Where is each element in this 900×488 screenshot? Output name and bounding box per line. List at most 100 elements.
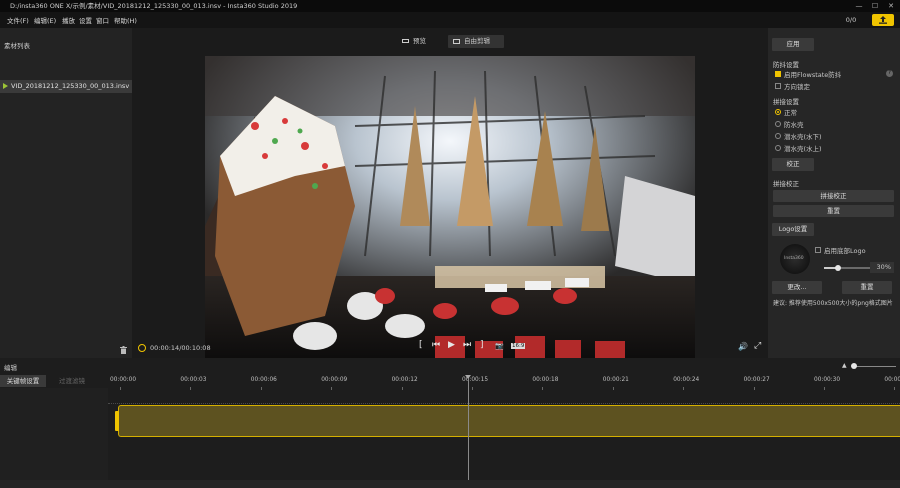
video-track-clip[interactable] bbox=[118, 405, 900, 437]
viewer-panel: 预览 自由剪辑 00:00:14/00:10:08 [⏮ ▶ ⏭] 📷 16… bbox=[132, 28, 768, 360]
stitch-dive-under-label: 潜水壳(水下) bbox=[784, 133, 822, 141]
title-bar: D:/insta360 ONE X/示例/素材/VID_20181212_125… bbox=[0, 0, 900, 12]
menu-edit[interactable]: 编辑(E) bbox=[34, 15, 56, 25]
aspect-ratio-badge[interactable]: 16:9 bbox=[511, 343, 526, 349]
track-header-area bbox=[0, 388, 108, 488]
logo-opacity-value[interactable]: 30% bbox=[870, 262, 894, 273]
enable-logo-label: 启用底部Logo bbox=[824, 247, 866, 255]
task-counter: 0/0 bbox=[845, 16, 857, 24]
export-button[interactable] bbox=[872, 14, 894, 26]
timeline-tick-label: 00:00:21 bbox=[602, 377, 629, 383]
stitch-dive-above-label: 潜水壳(水上) bbox=[784, 145, 822, 153]
step-forward-icon[interactable]: ⏭ bbox=[463, 340, 471, 350]
settings-panel: 应用 防抖设置 启用Flowstate防抖 ? 方向锁定 拼接设置 正常 防水壳… bbox=[768, 28, 900, 358]
menu-settings[interactable]: 设置 bbox=[79, 15, 92, 25]
timeline-tick-label: 00:00:09 bbox=[321, 377, 348, 383]
preview-label: 预览 bbox=[413, 37, 426, 45]
mark-out-icon[interactable]: ] bbox=[480, 340, 484, 350]
volume-icon[interactable]: 🔊 bbox=[738, 342, 748, 351]
calibration-title: 拼接校正 bbox=[773, 180, 799, 188]
camera-icon[interactable]: 📷 bbox=[495, 342, 504, 350]
apply-button[interactable]: 应用 bbox=[772, 38, 814, 51]
timeline-tick-label: 00:00:27 bbox=[743, 377, 770, 383]
calibrate-button[interactable]: 校正 bbox=[772, 158, 814, 171]
stitch-normal-label: 正常 bbox=[784, 109, 797, 117]
export-icon bbox=[879, 16, 887, 24]
timeline-tick-mark bbox=[894, 387, 896, 390]
logo-preview: Insta360 bbox=[780, 244, 810, 274]
direction-lock-checkbox[interactable] bbox=[775, 83, 781, 89]
play-icon[interactable]: ▶ bbox=[448, 340, 455, 350]
fullscreen-icon[interactable]: ⤢ bbox=[754, 341, 761, 351]
timeline-ruler[interactable]: 00:00:00 00:00:03 00:00:06 00:00:09 00:00:12… bbox=[108, 372, 900, 404]
timeline-tick-mark bbox=[612, 387, 614, 390]
ruler-dotted-line bbox=[108, 403, 900, 404]
timeline-tick-mark bbox=[331, 387, 333, 390]
calibration-reset-button[interactable]: 重置 bbox=[773, 205, 894, 217]
monitor-icon bbox=[402, 39, 409, 43]
compass-icon[interactable] bbox=[138, 344, 146, 352]
tab-transition-filter[interactable]: 过渡滤镜 bbox=[52, 375, 92, 387]
logo-opacity-slider[interactable] bbox=[824, 265, 870, 271]
close-button[interactable]: ✕ bbox=[884, 0, 898, 12]
media-list-item[interactable]: VID_20181212_125330_00_013.insv bbox=[0, 80, 132, 93]
logo-opacity-slider-knob[interactable] bbox=[834, 265, 841, 271]
menu-file[interactable]: 文件(F) bbox=[7, 15, 29, 25]
logo-settings-button[interactable]: Logo设置 bbox=[772, 223, 814, 236]
trash-icon[interactable] bbox=[120, 346, 127, 354]
timeline-tick-mark bbox=[542, 387, 544, 390]
step-back-icon[interactable]: ⏮ bbox=[432, 340, 440, 350]
clip-trim-handle[interactable] bbox=[115, 411, 119, 431]
timeline-tick-mark bbox=[260, 387, 262, 390]
video-frame-image bbox=[205, 56, 695, 360]
play-indicator-icon bbox=[3, 83, 8, 89]
editor-header: 编辑 bbox=[4, 364, 17, 372]
tab-keyframe-settings[interactable]: 关键帧设置 bbox=[0, 375, 46, 387]
menu-play[interactable]: 播放 bbox=[62, 15, 75, 25]
timeline-tick-label: 00:00:18 bbox=[532, 377, 559, 383]
enable-logo-checkbox[interactable] bbox=[815, 247, 821, 253]
media-list-panel: 素材列表 VID_20181212_125330_00_013.insv bbox=[0, 28, 132, 358]
mark-in-icon[interactable]: [ bbox=[419, 340, 423, 350]
free-edit-button[interactable]: 自由剪辑 bbox=[448, 35, 504, 48]
stitch-calibrate-button[interactable]: 拼接校正 bbox=[773, 190, 894, 202]
timeline-tick-label: 00:00:24 bbox=[673, 377, 700, 383]
menu-help[interactable]: 帮助(H) bbox=[114, 15, 137, 25]
free-edit-label: 自由剪辑 bbox=[464, 37, 490, 45]
screen-icon bbox=[453, 38, 460, 44]
maximize-button[interactable]: ☐ bbox=[868, 0, 882, 12]
playhead[interactable] bbox=[468, 378, 469, 480]
stitch-normal-radio[interactable] bbox=[775, 109, 781, 115]
timeline-tick-mark bbox=[190, 387, 192, 390]
stitch-dive-under-radio[interactable] bbox=[775, 133, 781, 139]
window-title: D:/insta360 ONE X/示例/素材/VID_20181212_125… bbox=[10, 2, 298, 10]
status-bar bbox=[0, 480, 900, 488]
timeline-tick-label: 00:00:03 bbox=[180, 377, 207, 383]
flowstate-checkbox[interactable] bbox=[775, 71, 781, 77]
timeline-tick-label: 00:00:30 bbox=[814, 377, 841, 383]
logo-reset-button[interactable]: 重置 bbox=[842, 281, 892, 294]
stitch-dive-above-radio[interactable] bbox=[775, 145, 781, 151]
menu-bar: 文件(F) 编辑(E) 播放 设置 窗口 帮助(H) 0/0 bbox=[0, 12, 900, 28]
mountain-icon[interactable]: ▲ bbox=[842, 362, 847, 369]
stitch-waterproof-label: 防水壳 bbox=[784, 121, 804, 129]
menu-window[interactable]: 窗口 bbox=[96, 15, 109, 25]
help-icon[interactable]: ? bbox=[886, 70, 893, 77]
flowstate-label: 启用Flowstate防抖 bbox=[784, 71, 842, 79]
timeline-tick-mark bbox=[472, 387, 473, 390]
stitch-waterproof-radio[interactable] bbox=[775, 121, 781, 127]
preview-button[interactable]: 预览 bbox=[402, 35, 426, 48]
timeline-zoom-slider[interactable] bbox=[852, 366, 896, 367]
timecode: 00:00:14/00:10:08 bbox=[138, 344, 211, 352]
direction-lock-label: 方向锁定 bbox=[784, 83, 810, 91]
timeline-zoom-knob[interactable] bbox=[851, 363, 857, 369]
timeline-tick-mark bbox=[120, 387, 121, 390]
video-preview[interactable] bbox=[205, 56, 695, 360]
media-file-name: VID_20181212_125330_00_013.insv bbox=[11, 82, 130, 90]
stabilization-title: 防抖设置 bbox=[773, 61, 799, 69]
timeline-tick-label: 00:00:12 bbox=[391, 377, 418, 383]
change-logo-button[interactable]: 更改... bbox=[772, 281, 822, 294]
timeline-tick-mark bbox=[683, 387, 685, 390]
timeline-tick-label: 00:00:00 bbox=[110, 377, 137, 383]
minimize-button[interactable]: — bbox=[852, 0, 866, 12]
